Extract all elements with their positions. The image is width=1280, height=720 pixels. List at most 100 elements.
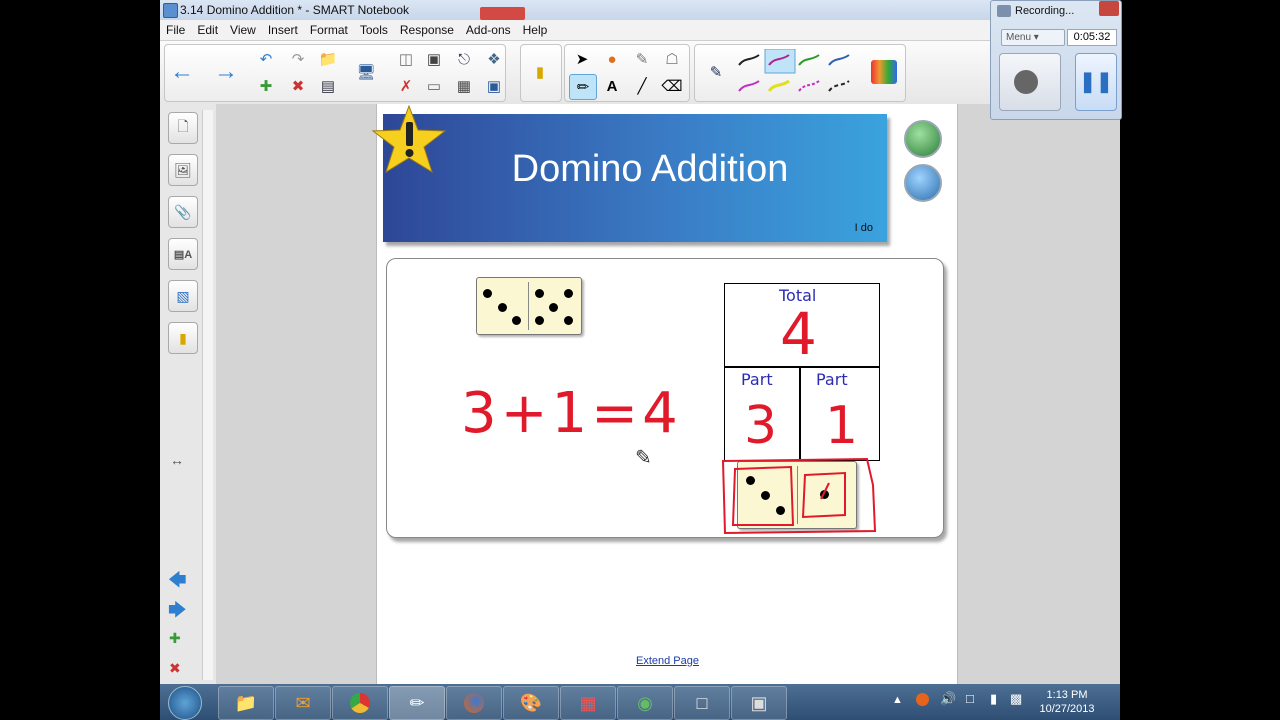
tray-network-icon[interactable]: □ (966, 691, 974, 706)
screen-share-icon[interactable]: 🖥 (353, 60, 379, 84)
menu-help[interactable]: Help (517, 20, 554, 37)
recorder-menu-label: Menu (1006, 32, 1032, 43)
taskbar-chrome-icon[interactable] (332, 686, 388, 720)
menu-insert[interactable]: Insert (262, 20, 304, 37)
taskbar-explorer-icon[interactable]: 📁 (218, 686, 274, 720)
full-screen-icon[interactable]: ▣ (481, 74, 507, 98)
domino-pip (564, 316, 573, 325)
eraser-tool-icon[interactable]: ⌫ (659, 74, 685, 98)
pen-line-swatches[interactable] (735, 49, 859, 101)
magic-pen-icon[interactable]: ✎ (629, 47, 655, 71)
domino-pip (512, 316, 521, 325)
sidebar-add-page-icon[interactable]: ✚ (169, 630, 181, 647)
recorder-icon (997, 5, 1011, 17)
activity-panel[interactable]: Total Part Part 4 3 1 3+1=4 ✎ (386, 258, 944, 538)
slide-title: Domino Addition (511, 148, 789, 190)
shapes-tool-icon[interactable]: ● (599, 47, 625, 71)
recorder-timer: 0:05:32 (1067, 29, 1117, 46)
add-page-icon[interactable]: ✚ (253, 74, 279, 98)
whiteboard-canvas[interactable]: Domino Addition I do Total Part Part 4 3… (216, 104, 1120, 684)
document-camera-icon[interactable]: ⎋ (451, 47, 477, 71)
window-title: 3.14 Domino Addition * - SMART Notebook (180, 3, 410, 17)
response-tab-icon[interactable]: ▮ (168, 322, 198, 354)
recorder-window: Recording... Menu ▾ 0:05:32 ❚❚ (990, 0, 1122, 120)
properties-tab-icon[interactable]: ▤A (168, 238, 198, 270)
recorder-menu-dropdown[interactable]: Menu ▾ (1001, 29, 1065, 46)
menu-file[interactable]: File (160, 20, 191, 37)
tray-update-icon[interactable] (916, 693, 929, 706)
toolbar: ← → ↶ ↷ 📁 ✚ ✖ ▤ 🖥 ◫ ▣ ⎋ ❖ ✗ ▭ ▦ ▣ ▮ ➤ ● … (160, 41, 1120, 105)
pause-button-icon[interactable]: ❚❚ (1075, 53, 1117, 111)
tray-battery-icon[interactable]: ▮ (990, 691, 997, 707)
taskbar-evernote-icon[interactable]: ◉ (617, 686, 673, 720)
start-button-icon[interactable] (168, 686, 202, 720)
title-bar: 3.14 Domino Addition * - SMART Notebook (160, 0, 1120, 20)
domino-pip (549, 303, 558, 312)
paste-icon[interactable]: ◫ (393, 47, 419, 71)
next-page-icon[interactable]: → (213, 58, 239, 85)
delete-icon[interactable]: ✗ (393, 74, 419, 98)
text-tool-icon[interactable]: A (599, 74, 625, 98)
sidebar-scrollbar[interactable] (202, 110, 213, 680)
taskbar-outlook-icon[interactable]: ✉ (275, 686, 331, 720)
color-palette-icon[interactable] (871, 60, 897, 84)
open-folder-icon[interactable]: 📁 (315, 47, 341, 71)
taskbar-notes-icon[interactable]: □ (674, 686, 730, 720)
menu-format[interactable]: Format (304, 20, 354, 37)
properties-icon[interactable]: ❖ (481, 47, 507, 71)
resize-handle-icon[interactable]: ↔ (170, 452, 184, 468)
sidebar-delete-page-icon[interactable]: ✖ (169, 660, 181, 677)
toolbar-group-response: ▮ (520, 44, 562, 102)
taskbar-firefox-icon[interactable] (446, 686, 502, 720)
menu-tools[interactable]: Tools (354, 20, 394, 37)
taskbar-app-grid-icon[interactable]: ▦ (560, 686, 616, 720)
menu-view[interactable]: View (224, 20, 262, 37)
undo-icon[interactable]: ↶ (253, 47, 279, 71)
gallery-icon[interactable]: 🖼 (168, 154, 198, 186)
line-tool-icon[interactable]: ╱ (629, 74, 655, 98)
menu-addons[interactable]: Add-ons (460, 20, 517, 37)
menu-bar: File Edit View Insert Format Tools Response Add… (160, 20, 1120, 41)
menu-response[interactable]: Response (394, 20, 460, 37)
tray-show-hidden-icon[interactable]: ▲ (892, 694, 903, 706)
fill-tool-icon[interactable]: ☖ (659, 47, 685, 71)
tray-signal-icon[interactable]: ▩ (1010, 691, 1022, 707)
part1-label: Part (741, 370, 773, 389)
domino-pip (535, 289, 544, 298)
extend-page-link[interactable]: Extend Page (636, 655, 699, 667)
table-icon[interactable]: ▦ (451, 74, 477, 98)
pens-tool-icon[interactable]: ✏ (569, 74, 597, 100)
page-sorter-icon[interactable]: 🗋 (168, 112, 198, 144)
save-icon[interactable]: ▤ (315, 74, 341, 98)
notebook-page[interactable]: Domino Addition I do Total Part Part 4 3… (371, 104, 958, 684)
record-button[interactable] (999, 53, 1061, 111)
response-icon[interactable]: ▮ (527, 60, 553, 84)
notes-nav-icon[interactable] (904, 164, 942, 202)
tray-volume-icon[interactable]: 🔊 (940, 691, 956, 707)
delete-page-icon[interactable]: ✖ (285, 74, 311, 98)
taskbar-smart-notebook-icon[interactable]: ✏ (389, 686, 445, 720)
home-nav-icon[interactable] (904, 120, 942, 158)
star-exclamation-icon (371, 104, 447, 174)
domino-pip (535, 316, 544, 325)
select-tool-icon[interactable]: ➤ (569, 47, 595, 71)
pen-style-icon[interactable]: ✎ (703, 60, 729, 84)
taskbar-clock[interactable]: 1:13 PM 10/27/2013 (1036, 688, 1098, 716)
red-ink-annotations (721, 457, 877, 535)
addons-puzzle-icon[interactable]: ▧ (168, 280, 198, 312)
sidebar-previous-icon[interactable]: 🡄 (168, 568, 187, 598)
screen-shade-icon[interactable]: ▭ (421, 74, 447, 98)
recorder-close-button[interactable] (1099, 1, 1119, 16)
title-bar-red-button[interactable] (480, 7, 525, 20)
menu-edit[interactable]: Edit (191, 20, 224, 37)
smart-notebook-window: 3.14 Domino Addition * - SMART Notebook … (160, 0, 1120, 720)
previous-page-icon[interactable]: ← (169, 58, 195, 85)
screen-capture-icon[interactable]: ▣ (421, 47, 447, 71)
toolbar-group-pen-styles: ✎ (694, 44, 906, 102)
redo-icon[interactable]: ↷ (285, 47, 311, 71)
taskbar-paint-icon[interactable]: 🎨 (503, 686, 559, 720)
sidebar-next-icon[interactable]: 🡆 (168, 598, 187, 628)
domino-top[interactable] (476, 277, 582, 335)
taskbar-recorder-icon[interactable]: ▣ (731, 686, 787, 720)
attachments-icon[interactable]: 📎 (168, 196, 198, 228)
